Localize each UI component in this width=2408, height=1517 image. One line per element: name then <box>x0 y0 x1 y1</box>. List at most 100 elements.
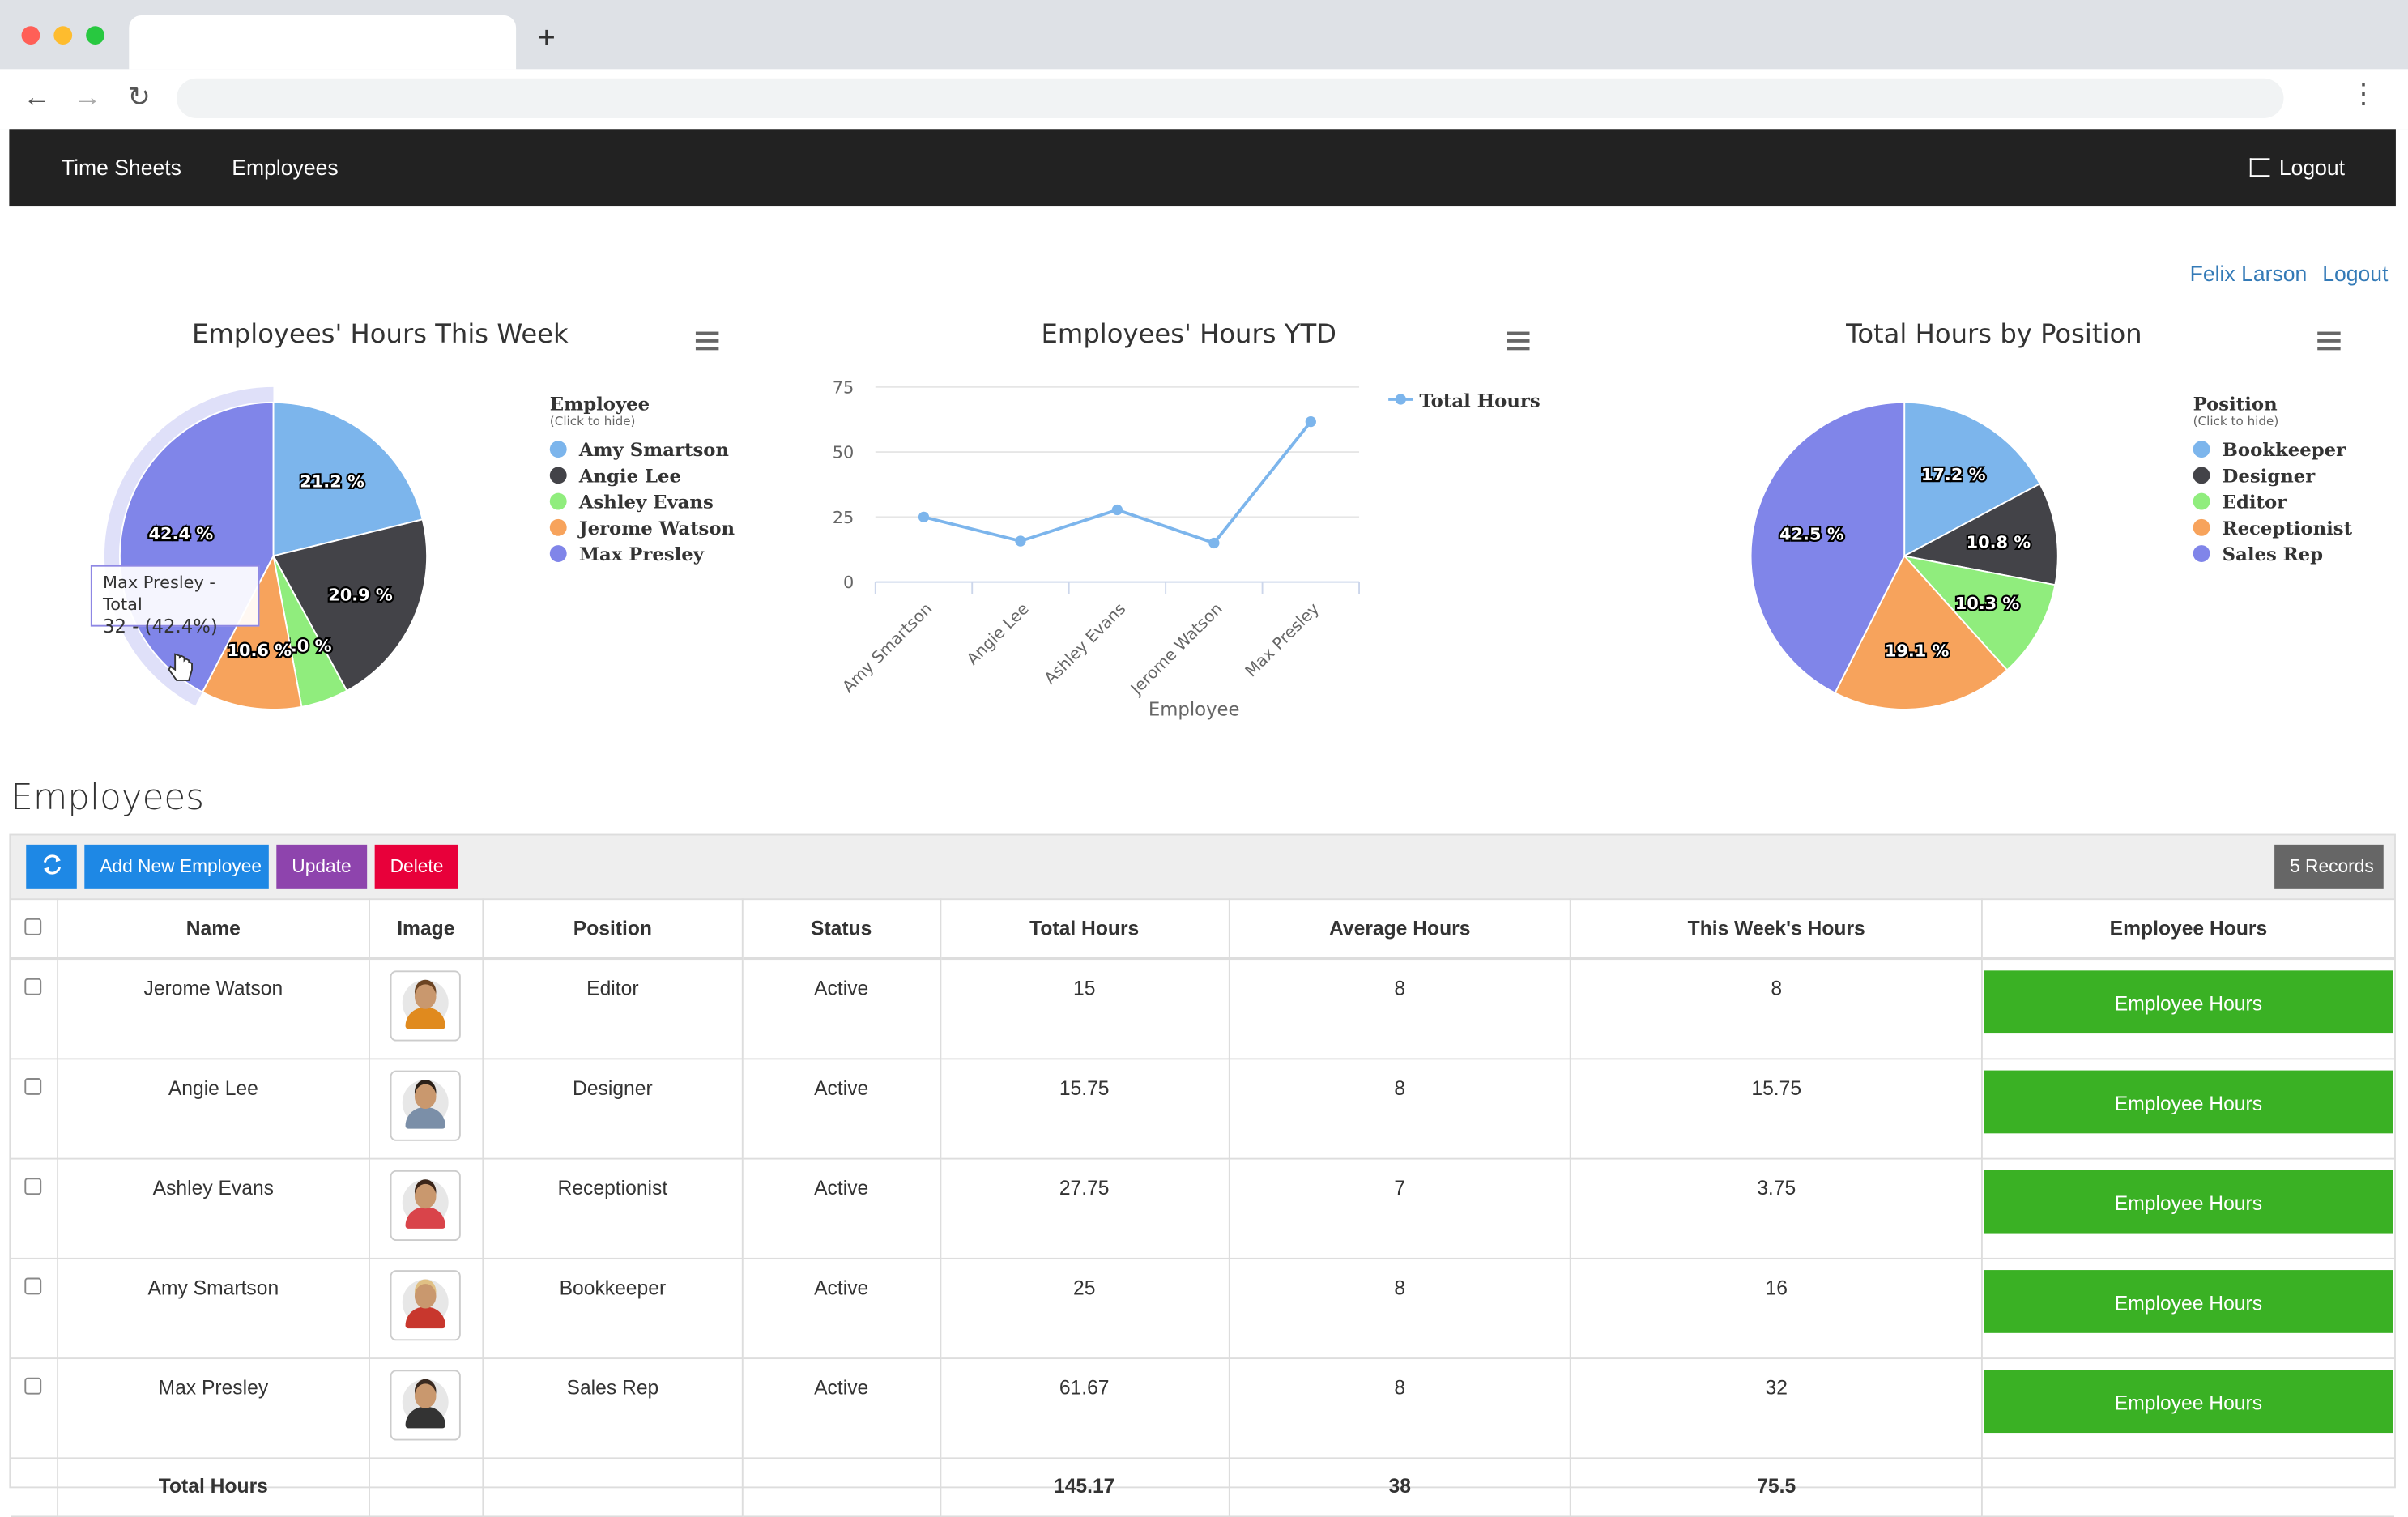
browser-menu-icon[interactable]: ⋮ <box>2350 79 2377 111</box>
totals-total-hours: 145.17 <box>940 1457 1230 1517</box>
legend-label: Receptionist <box>2222 517 2353 539</box>
table-row[interactable]: Max Presley Sales Rep Active 61.67 8 32 Employ… <box>11 1358 2395 1459</box>
cell-employee-hours: Employee Hours <box>1981 1258 2395 1360</box>
data-point[interactable] <box>1015 535 1026 547</box>
table-row[interactable]: Amy Smartson Bookkeeper Active 25 8 16 Employe… <box>11 1258 2395 1360</box>
cell-average-hours: 8 <box>1228 958 1572 1060</box>
employee-hours-button[interactable]: Employee Hours <box>1984 1370 2393 1434</box>
cell-week-hours: 3.75 <box>1571 1158 1983 1259</box>
update-button[interactable]: Update <box>276 844 368 889</box>
nav-logout[interactable]: Logout <box>2249 156 2345 180</box>
totals-label: Total Hours <box>57 1457 370 1517</box>
user-logout-link[interactable]: Logout <box>2322 261 2388 285</box>
row-checkbox[interactable] <box>25 1377 43 1395</box>
cell-position: Editor <box>482 958 744 1060</box>
line-chart[interactable]: 0 25 50 75 Amy Smartson Angie Lee Ashley Evans… <box>799 369 1383 737</box>
cell-average-hours: 8 <box>1228 1059 1572 1160</box>
y-tick-label: 50 <box>833 443 855 462</box>
employee-hours-button[interactable]: Employee Hours <box>1984 1170 2393 1234</box>
employee-hours-button[interactable]: Employee Hours <box>1984 970 2393 1034</box>
row-select-cell <box>11 958 58 1060</box>
legend-item[interactable]: Ashley Evans <box>549 490 735 516</box>
column-header-employee-hours[interactable]: Employee Hours <box>1981 898 2395 961</box>
legend-item[interactable]: Editor <box>2193 490 2353 516</box>
column-header-total-hours[interactable]: Total Hours <box>940 898 1230 961</box>
chart-menu-icon[interactable] <box>1507 331 1530 351</box>
chart-menu-icon[interactable] <box>695 331 719 351</box>
legend-item[interactable]: Receptionist <box>2193 516 2353 542</box>
close-window-icon[interactable] <box>21 26 40 45</box>
pie-chart[interactable]: 17.2 % 10.8 % 10.3 % 19.1 % 42.5 % <box>1690 353 2120 752</box>
nav-time-sheets[interactable]: Time Sheets <box>62 156 181 180</box>
pie-data-label: 10.8 % <box>1967 532 2031 552</box>
legend-title: Employee <box>549 393 650 415</box>
legend-swatch <box>2193 441 2210 458</box>
maximize-window-icon[interactable] <box>86 26 104 45</box>
user-name-link[interactable]: Felix Larson <box>2190 261 2308 285</box>
delete-button[interactable]: Delete <box>374 844 458 889</box>
data-point[interactable] <box>1111 504 1123 516</box>
table-row[interactable]: Jerome Watson Editor Active 15 8 8 Employee Ho… <box>11 958 2395 1060</box>
avatar <box>390 1270 462 1341</box>
legend-swatch <box>2193 467 2210 484</box>
legend-item[interactable]: Designer <box>2193 464 2353 490</box>
app-navbar: Time Sheets Employees Logout <box>9 129 2396 207</box>
employees-table: Name Image Position Status Total Hours A… <box>11 898 2395 1517</box>
browser-tab[interactable] <box>129 15 517 70</box>
row-checkbox[interactable] <box>25 1078 43 1095</box>
x-tick-label: Ashley Evans <box>1041 599 1130 688</box>
address-bar[interactable] <box>177 78 2284 118</box>
x-tick-label: Jerome Watson <box>1126 599 1225 699</box>
data-point[interactable] <box>1305 415 1316 428</box>
cell-week-hours: 15.75 <box>1571 1059 1983 1160</box>
totals-blank <box>1981 1457 2395 1517</box>
column-header-position[interactable]: Position <box>482 898 744 961</box>
legend-item[interactable]: Amy Smartson <box>549 437 735 463</box>
nav-employees[interactable]: Employees <box>232 156 338 180</box>
cell-total-hours: 15 <box>940 958 1230 1060</box>
cell-image <box>369 1059 484 1160</box>
add-employee-button[interactable]: Add New Employee <box>84 844 269 889</box>
data-point[interactable] <box>1208 537 1220 549</box>
data-point[interactable] <box>918 511 930 522</box>
table-row[interactable]: Angie Lee Designer Active 15.75 8 15.75 Employ… <box>11 1059 2395 1160</box>
series-line[interactable] <box>923 420 1312 545</box>
legend-item[interactable]: Jerome Watson <box>549 516 735 542</box>
column-header-name[interactable]: Name <box>57 898 370 961</box>
legend-swatch <box>549 467 567 484</box>
reload-icon[interactable]: ↻ <box>127 81 151 113</box>
column-header-image[interactable]: Image <box>369 898 484 961</box>
row-checkbox[interactable] <box>25 1277 43 1295</box>
back-icon[interactable]: ← <box>23 81 50 113</box>
minimize-window-icon[interactable] <box>53 26 73 45</box>
cell-status: Active <box>742 1358 941 1459</box>
row-select-cell <box>11 1158 58 1259</box>
cell-average-hours: 8 <box>1228 1258 1572 1360</box>
chart-legend: Employee (Click to hide) Amy Smartson Ang… <box>549 393 735 568</box>
cell-total-hours: 15.75 <box>940 1059 1230 1160</box>
chart-menu-icon[interactable] <box>2317 331 2341 351</box>
row-checkbox[interactable] <box>25 1178 43 1195</box>
row-checkbox[interactable] <box>25 978 43 995</box>
line-legend[interactable]: Total Hours <box>1388 390 1541 411</box>
forward-icon[interactable]: → <box>74 81 101 113</box>
records-count-badge: 5 Records <box>2274 844 2384 889</box>
legend-item[interactable]: Sales Rep <box>2193 542 2353 568</box>
employee-hours-button[interactable]: Employee Hours <box>1984 1070 2393 1134</box>
legend-item[interactable]: Bookkeeper <box>2193 437 2353 463</box>
select-all-header <box>11 898 58 961</box>
column-header-status[interactable]: Status <box>742 898 941 961</box>
new-tab-icon[interactable]: + <box>538 22 556 58</box>
cell-position: Bookkeeper <box>482 1258 744 1360</box>
refresh-button[interactable] <box>26 844 77 889</box>
column-header-week-hours[interactable]: This Week's Hours <box>1571 898 1983 961</box>
select-all-checkbox[interactable] <box>25 917 43 935</box>
user-links: Felix Larson Logout <box>2175 261 2389 285</box>
table-row[interactable]: Ashley Evans Receptionist Active 27.75 7 3.75… <box>11 1158 2395 1259</box>
employee-hours-button[interactable]: Employee Hours <box>1984 1270 2393 1333</box>
pie-data-label: 10.3 % <box>1955 594 2020 613</box>
legend-item[interactable]: Max Presley <box>549 542 735 568</box>
legend-item[interactable]: Angie Lee <box>549 464 735 490</box>
column-header-average-hours[interactable]: Average Hours <box>1228 898 1572 961</box>
pie-chart[interactable]: 21.2 %20.9 %5.0 %10.6 %42.4 % <box>62 353 492 752</box>
